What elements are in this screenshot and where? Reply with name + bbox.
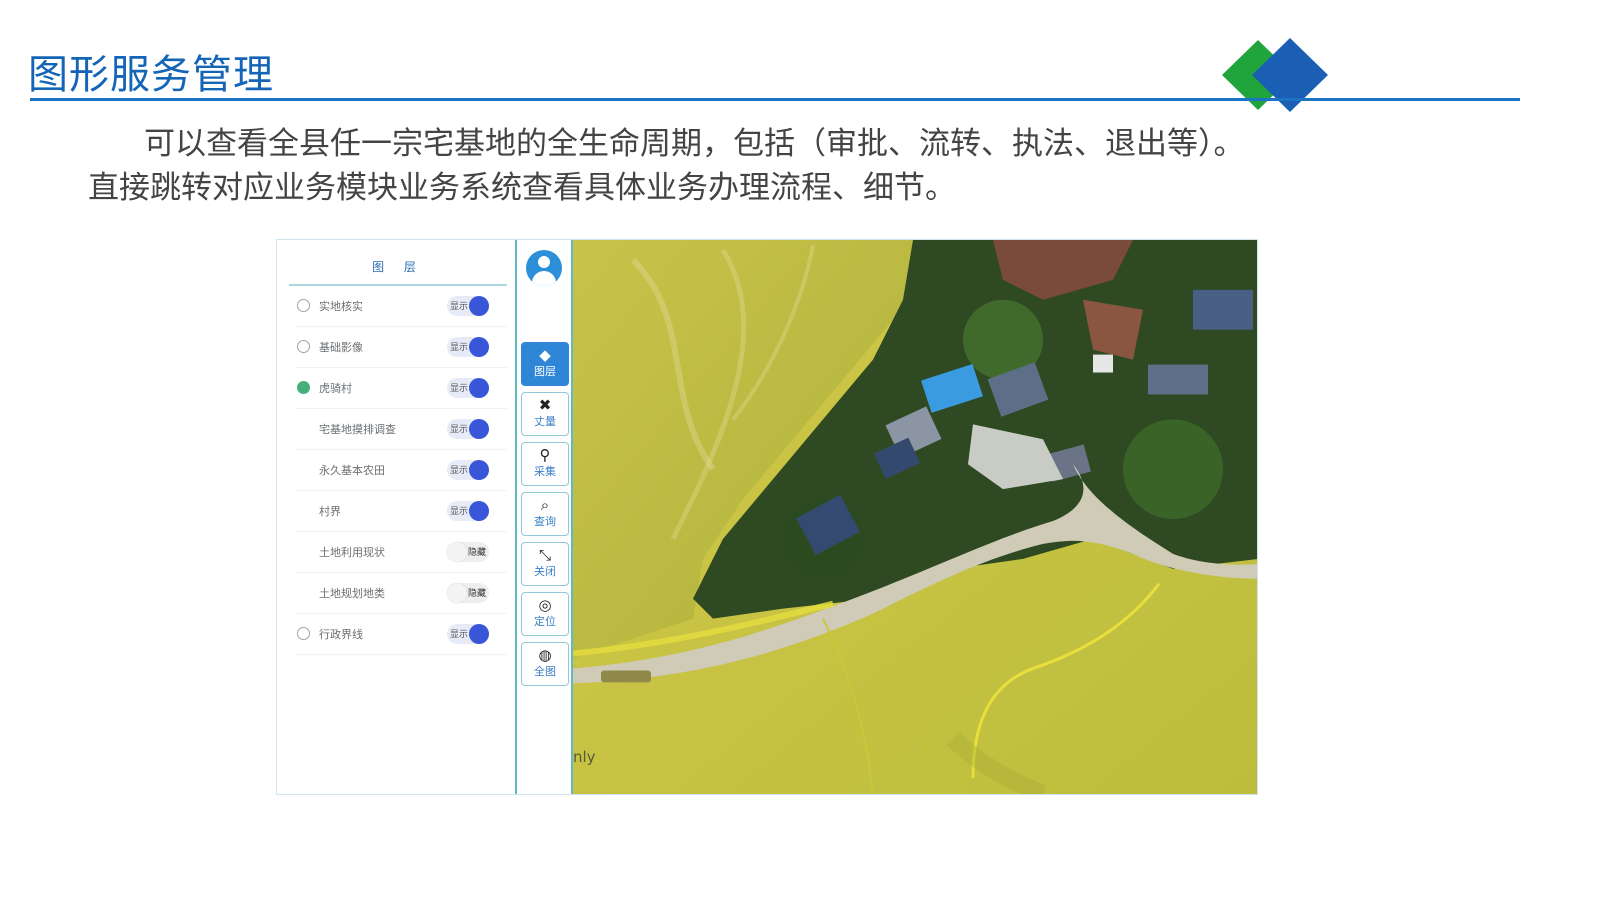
layers-button[interactable]: ◆ 图层	[521, 342, 569, 386]
layer-name: 村界	[319, 505, 341, 518]
layer-row[interactable]: 永久基本农田 显示	[295, 450, 507, 491]
tool-label: 关闭	[534, 565, 556, 578]
toggle-knob	[469, 378, 489, 398]
description-line-1: 可以查看全县任一宗宅基地的全生命周期，包括（审批、流转、执法、退出等）。	[144, 126, 1245, 162]
layer-row[interactable]: 村界 显示	[295, 491, 507, 532]
expand-toggle-icon[interactable]	[297, 381, 310, 394]
toggle-label: 显示	[450, 507, 469, 517]
layer-row[interactable]: 实地核实 显示	[295, 286, 507, 327]
measure-icon: ✖	[538, 396, 552, 414]
building-roof	[1148, 364, 1208, 395]
toggle-label: 显示	[450, 630, 469, 640]
tool-label: 查询	[534, 515, 556, 528]
layer-name: 永久基本农田	[319, 464, 385, 477]
layer-name: 行政界线	[319, 628, 363, 641]
layer-name: 土地规划地类	[319, 587, 385, 600]
layer-visibility-toggle[interactable]: 显示	[447, 460, 489, 480]
expand-toggle-icon[interactable]	[297, 627, 310, 640]
layer-row[interactable]: 土地利用现状 隐藏	[295, 532, 507, 573]
toggle-label: 隐藏	[467, 589, 486, 599]
toggle-label: 隐藏	[467, 548, 486, 558]
tree-cluster	[1123, 419, 1223, 519]
toggle-label: 显示	[450, 302, 469, 312]
layer-row[interactable]: 土地规划地类 隐藏	[295, 573, 507, 614]
search-icon: ⌕	[540, 496, 550, 514]
toggle-knob	[469, 460, 489, 480]
layer-name: 虎骑村	[319, 382, 352, 395]
map-toolbar: ◆ 图层 ✖ 丈量 ⚲ 采集 ⌕ 查询 ⤡ 关闭 ◎ 定位 ◍ 全图	[517, 240, 573, 794]
search-button[interactable]: ⌕ 查询	[521, 492, 569, 536]
toggle-knob	[447, 542, 467, 562]
avatar-head	[538, 256, 550, 268]
tool-label: 全图	[534, 665, 556, 678]
toggle-knob	[469, 296, 489, 316]
gis-screenshot: 图 层 实地核实 显示 基础影像 显示 虎骑村 显示 宅基地摸排调查 显示 永久…	[276, 239, 1258, 795]
description: 可以查看全县任一宗宅基地的全生命周期，包括（审批、流转、执法、退出等）。 直接跳…	[88, 122, 1528, 210]
toggle-knob	[469, 419, 489, 439]
building-roof	[1193, 289, 1253, 330]
locate-button[interactable]: ◎ 定位	[521, 592, 569, 636]
map-scale-box	[601, 670, 651, 683]
layer-visibility-toggle[interactable]: 隐藏	[447, 583, 489, 603]
layer-visibility-toggle[interactable]: 隐藏	[447, 542, 489, 562]
collect-button[interactable]: ⚲ 采集	[521, 442, 569, 486]
close-icon: ⤡	[538, 546, 551, 564]
avatar-body	[532, 271, 556, 286]
layer-row[interactable]: 虎骑村 显示	[295, 368, 507, 409]
layer-name: 实地核实	[319, 300, 363, 313]
toggle-label: 显示	[450, 466, 469, 476]
layer-visibility-toggle[interactable]: 显示	[447, 378, 489, 398]
title-divider	[30, 98, 1520, 101]
slide-title: 图形服务管理	[28, 52, 274, 98]
collect-icon: ⚲	[539, 446, 551, 464]
toggle-label: 显示	[450, 384, 469, 394]
toggle-knob	[469, 624, 489, 644]
layer-name: 基础影像	[319, 341, 363, 354]
layer-panel: 图 层 实地核实 显示 基础影像 显示 虎骑村 显示 宅基地摸排调查 显示 永久…	[277, 240, 517, 794]
toggle-knob	[469, 337, 489, 357]
layer-row[interactable]: 宅基地摸排调查 显示	[295, 409, 507, 450]
full-extent-button[interactable]: ◍ 全图	[521, 642, 569, 686]
layer-row[interactable]: 行政界线 显示	[295, 614, 507, 655]
toggle-knob	[447, 583, 467, 603]
close-button[interactable]: ⤡ 关闭	[521, 542, 569, 586]
logo-icon	[1222, 38, 1328, 112]
expand-toggle-icon[interactable]	[297, 340, 310, 353]
layer-panel-title: 图 层	[289, 250, 507, 286]
toggle-label: 显示	[450, 425, 469, 435]
locate-icon: ◎	[538, 596, 552, 614]
tool-label: 定位	[534, 615, 556, 628]
expand-toggle-icon[interactable]	[297, 299, 310, 312]
tool-label: 图层	[534, 365, 556, 378]
map-canvas[interactable]	[573, 240, 1258, 794]
description-line-2: 直接跳转对应业务模块业务系统查看具体业务办理流程、细节。	[88, 170, 956, 206]
layer-visibility-toggle[interactable]: 显示	[447, 296, 489, 316]
globe-icon: ◍	[538, 646, 552, 664]
layers-icon: ◆	[539, 346, 551, 364]
measure-button[interactable]: ✖ 丈量	[521, 392, 569, 436]
map-attribution: nly	[573, 748, 596, 766]
toggle-knob	[469, 501, 489, 521]
layer-row[interactable]: 基础影像 显示	[295, 327, 507, 368]
layer-visibility-toggle[interactable]: 显示	[447, 337, 489, 357]
layer-visibility-toggle[interactable]: 显示	[447, 501, 489, 521]
toggle-label: 显示	[450, 343, 469, 353]
layer-visibility-toggle[interactable]: 显示	[447, 419, 489, 439]
layer-name: 宅基地摸排调查	[319, 423, 396, 436]
tool-label: 采集	[534, 465, 556, 478]
layer-visibility-toggle[interactable]: 显示	[447, 624, 489, 644]
layer-name: 土地利用现状	[319, 546, 385, 559]
building-roof	[1093, 354, 1113, 373]
user-avatar-icon[interactable]	[526, 250, 562, 286]
tool-label: 丈量	[534, 415, 556, 428]
